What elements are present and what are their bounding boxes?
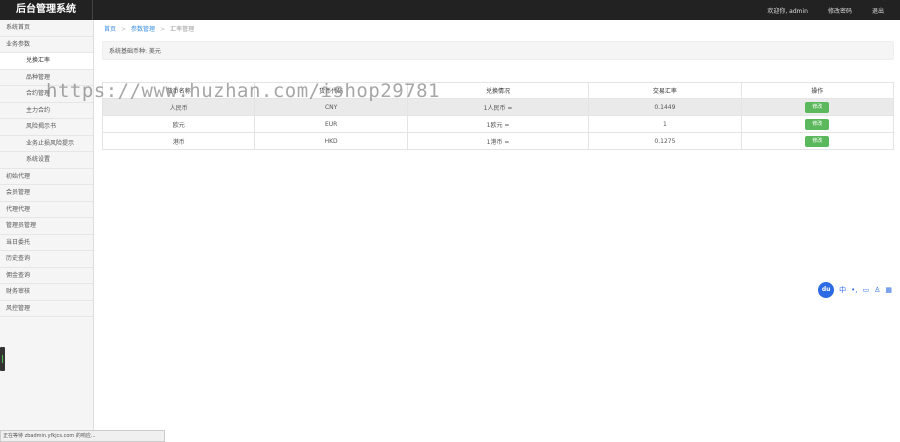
sidebar-toggle-handle[interactable]: [0, 347, 5, 371]
sidebar-item-finance-audit[interactable]: 财务审核: [0, 284, 93, 301]
sidebar-item-business-params[interactable]: 业务参数: [0, 37, 93, 53]
grid-menu-icon[interactable]: ▦: [885, 286, 892, 294]
sidebar-item-daily-orders[interactable]: 当日委托: [0, 235, 93, 251]
edit-button[interactable]: 修改: [805, 118, 830, 130]
sidebar-item-stop-loss-risk[interactable]: 业务止损风险提示: [0, 135, 93, 152]
browser-status-bar: 正在等待 zbadmin.yfkjcs.com 的响应...: [0, 430, 165, 442]
cell-currency-name: 港币: [101, 132, 256, 150]
punctuation-icon[interactable]: •,: [851, 286, 857, 294]
sidebar-item-commission[interactable]: 佣金查询: [0, 268, 93, 284]
cell-currency-code: EUR: [254, 115, 408, 133]
sidebar-item-exchange-rate[interactable]: 兑换汇率: [0, 53, 93, 70]
sidebar-item-home[interactable]: 系统首页: [0, 20, 93, 37]
cell-currency-name: 欧元: [101, 115, 256, 133]
column-header-rate: 交易汇率: [588, 82, 742, 99]
sidebar-item-initial-agent[interactable]: 初始代理: [0, 169, 93, 185]
keyboard-icon[interactable]: ▭: [862, 286, 869, 294]
cell-action: 修改: [740, 132, 895, 150]
cell-exchange: 1港币 =: [406, 132, 590, 150]
user-icon[interactable]: ♙: [874, 286, 880, 294]
cell-rate: 0.1449: [588, 98, 742, 116]
base-currency-notice: 系统基础币种: 美元: [102, 41, 894, 60]
watermark-url: https://www.huzhan.com/ishop29781: [46, 80, 440, 102]
breadcrumb-parent[interactable]: 参数管理: [131, 26, 155, 33]
sidebar-item-agents[interactable]: 代理代理: [0, 202, 93, 218]
cell-action: 修改: [740, 98, 895, 116]
top-bar: 后台管理系统 欢迎你, admin 修改密码 退出: [0, 0, 900, 20]
column-header-action: 操作: [740, 82, 895, 99]
change-password-link[interactable]: 修改密码: [828, 6, 852, 15]
table-row: 港币 HKD 1港币 = 0.1275 修改: [101, 132, 895, 150]
sidebar-item-members[interactable]: 会员管理: [0, 185, 93, 202]
cell-rate: 1: [588, 115, 742, 133]
breadcrumb: 首页 > 参数管理 > 汇率管理: [104, 24, 194, 33]
sidebar-item-history[interactable]: 历史查询: [0, 251, 93, 268]
app-logo: 后台管理系统: [0, 0, 93, 20]
cell-action: 修改: [740, 115, 895, 133]
edit-button[interactable]: 修改: [805, 135, 830, 147]
table-row: 欧元 EUR 1欧元 = 1 修改: [101, 115, 895, 133]
breadcrumb-current: 汇率管理: [170, 26, 195, 33]
sidebar-item-admins[interactable]: 管理员管理: [0, 218, 93, 235]
sidebar-item-risk-disclosure[interactable]: 风险揭示书: [0, 119, 93, 136]
breadcrumb-separator: >: [160, 26, 166, 33]
baidu-logo-icon[interactable]: du: [818, 282, 835, 298]
cell-rate: 0.1275: [588, 132, 742, 150]
logout-link[interactable]: 退出: [872, 6, 884, 15]
user-menu: 欢迎你, admin 修改密码 退出: [767, 0, 884, 20]
cell-exchange: 1欧元 =: [406, 115, 590, 133]
sidebar-item-main-contract[interactable]: 主力合约: [0, 102, 93, 119]
edit-button[interactable]: 修改: [805, 101, 830, 113]
welcome-text: 欢迎你, admin: [767, 7, 808, 15]
ime-chinese-toggle[interactable]: 中: [839, 285, 846, 295]
breadcrumb-home[interactable]: 首页: [104, 26, 116, 33]
sidebar-item-risk-control[interactable]: 风控管理: [0, 301, 93, 317]
sidebar-item-system-settings[interactable]: 系统设置: [0, 152, 93, 169]
baidu-ime-toolbar: du 中 •, ▭ ♙ ▦: [818, 282, 892, 298]
breadcrumb-separator: >: [121, 26, 127, 33]
cell-currency-code: HKD: [254, 132, 408, 150]
